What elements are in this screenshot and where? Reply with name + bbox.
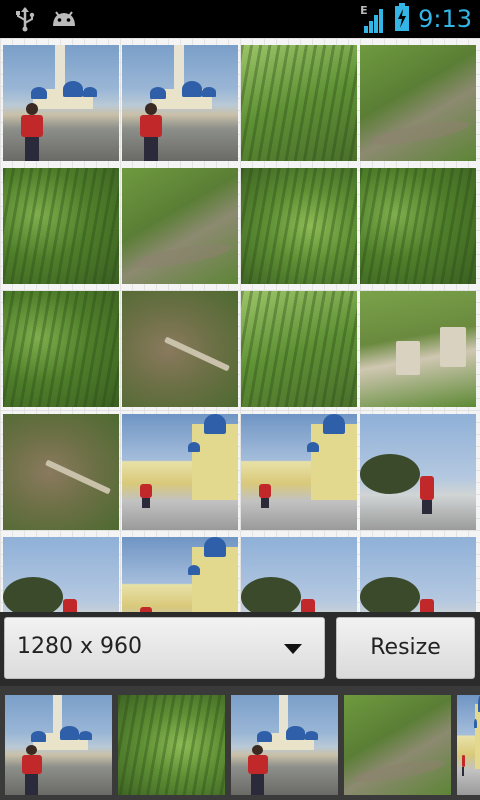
photo-people-rotated[interactable]	[360, 537, 476, 612]
photo-mosque-child-1[interactable]	[3, 45, 119, 161]
resolution-spinner[interactable]: 1280 x 960	[4, 617, 325, 679]
film-mosque-child-1[interactable]	[5, 695, 112, 795]
photo-grass-rotated-4[interactable]	[360, 168, 476, 284]
photo-grass-steps[interactable]	[360, 291, 476, 407]
usb-icon	[14, 6, 36, 36]
filmstrip-row	[5, 695, 480, 795]
controls-bar: 1280 x 960 Resize	[0, 612, 480, 686]
photo-tree-rotated[interactable]	[241, 537, 357, 612]
photo-grid-container[interactable]	[0, 38, 480, 612]
photo-ground-branch[interactable]	[3, 414, 119, 530]
film-grass-path[interactable]	[344, 695, 451, 795]
photo-grass-path-1[interactable]	[360, 45, 476, 161]
photo-grass-rotated-2[interactable]	[122, 168, 238, 284]
resolution-selected: 1280 x 960	[17, 634, 142, 659]
signal-icon: E	[360, 4, 386, 34]
photo-mosque-side-2[interactable]	[241, 414, 357, 530]
photo-grass-dirt-1[interactable]	[122, 291, 238, 407]
status-bar: E 9:13	[0, 0, 480, 38]
dropdown-arrow-icon	[284, 644, 302, 654]
photo-grass-rotated-5[interactable]	[3, 291, 119, 407]
photo-mosque-rotated-1[interactable]	[3, 537, 119, 612]
photo-grid	[3, 45, 476, 612]
photo-mosque-child-2[interactable]	[122, 45, 238, 161]
resize-button[interactable]: Resize	[336, 617, 475, 679]
status-time: 9:13	[418, 5, 472, 33]
photo-grass-rotated-6[interactable]	[241, 291, 357, 407]
film-partial[interactable]	[457, 695, 480, 795]
photo-grass-rotated-3[interactable]	[241, 168, 357, 284]
photo-mosque-side-1[interactable]	[122, 414, 238, 530]
filmstrip[interactable]	[0, 686, 480, 800]
photo-grass-tilted[interactable]	[241, 45, 357, 161]
photo-grass-rotated-1[interactable]	[3, 168, 119, 284]
photo-people-tree[interactable]	[360, 414, 476, 530]
battery-charging-icon	[394, 2, 410, 36]
film-mosque-child-2[interactable]	[231, 695, 338, 795]
photo-mosque-rotated-2[interactable]	[122, 537, 238, 612]
film-grass-1[interactable]	[118, 695, 225, 795]
android-debug-icon	[50, 8, 78, 34]
